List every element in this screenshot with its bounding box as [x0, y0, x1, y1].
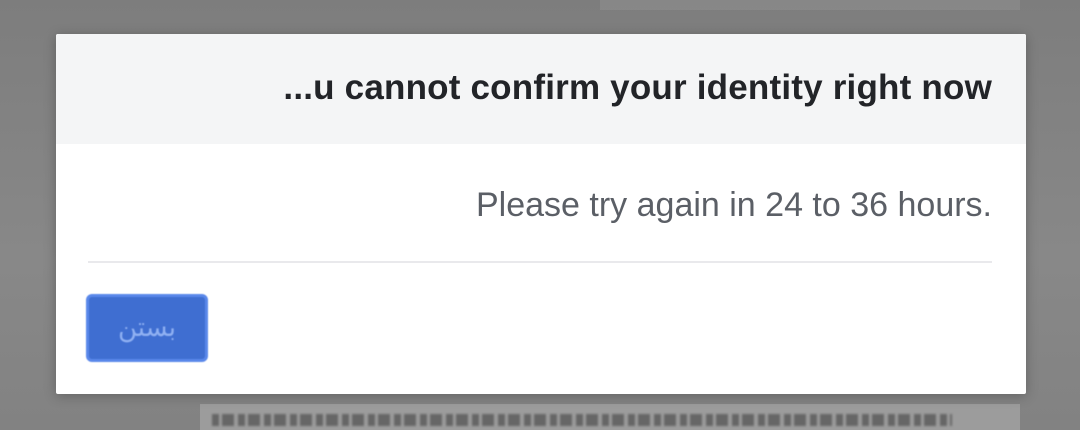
dialog-message: Please try again in 24 to 36 hours.	[476, 186, 992, 224]
dialog-divider	[88, 261, 992, 263]
background-text	[212, 414, 952, 426]
dialog-title: ...u cannot confirm your identity right …	[283, 68, 992, 107]
dialog-body: Please try again in 24 to 36 hours.	[56, 144, 1026, 260]
background-page-content	[200, 404, 1020, 430]
background-page-content	[600, 0, 1020, 10]
identity-error-dialog: ...u cannot confirm your identity right …	[56, 34, 1026, 394]
dialog-header: ...u cannot confirm your identity right …	[56, 34, 1026, 144]
close-button[interactable]: بستن	[86, 294, 208, 362]
